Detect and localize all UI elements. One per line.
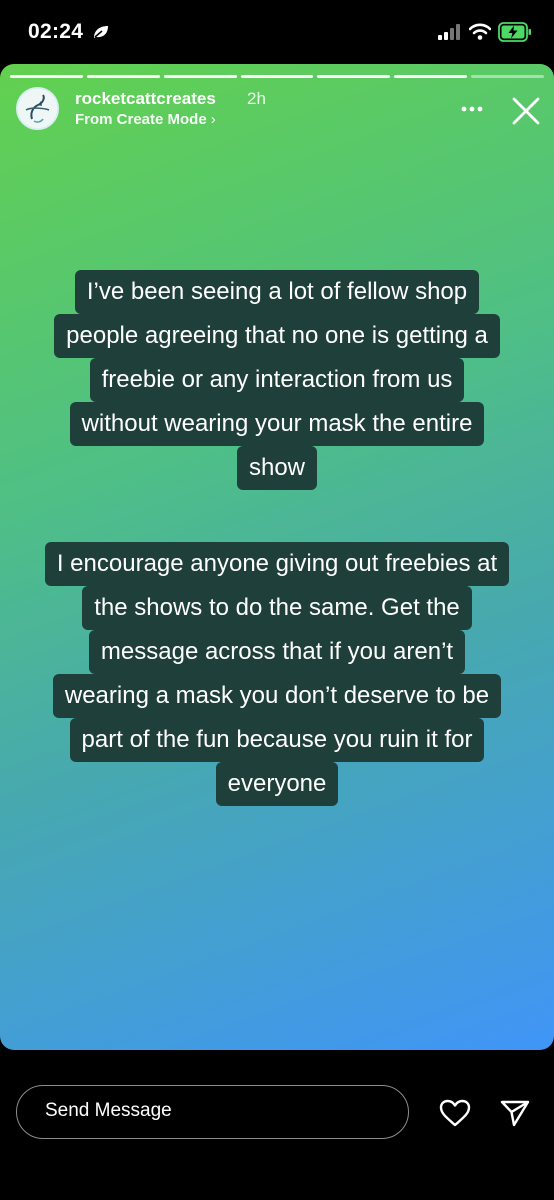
story-caption-1: I’ve been seeing a lot of fellow shop pe… [0, 270, 554, 490]
caption-line: everyone [215, 762, 339, 806]
progress-segment [10, 75, 83, 78]
cellular-signal-icon [438, 24, 460, 40]
story-age: 2h [247, 89, 266, 108]
caption-line: the shows to do the same. Get the [82, 586, 472, 630]
caption-line: freebie or any interaction from us [89, 358, 465, 402]
send-message-input[interactable]: Send Message [16, 1085, 409, 1139]
reply-bar: Send Message [0, 1050, 554, 1200]
send-message-placeholder: Send Message [45, 1100, 172, 1121]
battery-charging-icon [498, 22, 531, 42]
caption-line: I encourage anyone giving out freebies a… [44, 542, 510, 586]
story-caption-2: I encourage anyone giving out freebies a… [0, 542, 554, 806]
send-icon[interactable] [500, 1099, 530, 1127]
cat-logo-icon [18, 89, 57, 128]
status-bar: 02:24 [0, 0, 554, 64]
story-progress-bar [10, 75, 545, 78]
progress-segment [86, 75, 160, 78]
progress-segment-current [471, 75, 545, 78]
clock-time: 02:24 [28, 20, 84, 43]
caption-line: without wearing your mask the entire [69, 402, 485, 446]
create-mode-label: From Create Mode [75, 111, 207, 128]
story-username[interactable]: rocketcattcreates [75, 89, 216, 109]
caption-line: people agreeing that no one is getting a [54, 314, 500, 358]
chevron-right-icon: › [210, 111, 216, 128]
caption-line: message across that if you aren’t [88, 630, 466, 674]
story-viewer[interactable]: rocketcattcreates 2h From Create Mode › I… [0, 64, 554, 1050]
progress-segment [240, 75, 314, 78]
caption-line: part of the fun because you ruin it for [69, 718, 485, 762]
close-icon[interactable] [511, 96, 541, 126]
caption-line: wearing a mask you don’t deserve to be [52, 674, 502, 718]
more-options-icon[interactable] [461, 106, 483, 112]
wifi-icon [469, 23, 491, 40]
location-leaf-icon [94, 26, 108, 38]
create-mode-link[interactable]: From Create Mode › [75, 111, 216, 128]
heart-icon[interactable] [439, 1099, 471, 1127]
progress-segment [394, 75, 468, 78]
progress-segment [163, 75, 237, 78]
caption-line: show [236, 446, 318, 490]
caption-line: I’ve been seeing a lot of fellow shop [74, 270, 480, 314]
avatar[interactable] [16, 87, 59, 130]
progress-segment [317, 75, 391, 78]
